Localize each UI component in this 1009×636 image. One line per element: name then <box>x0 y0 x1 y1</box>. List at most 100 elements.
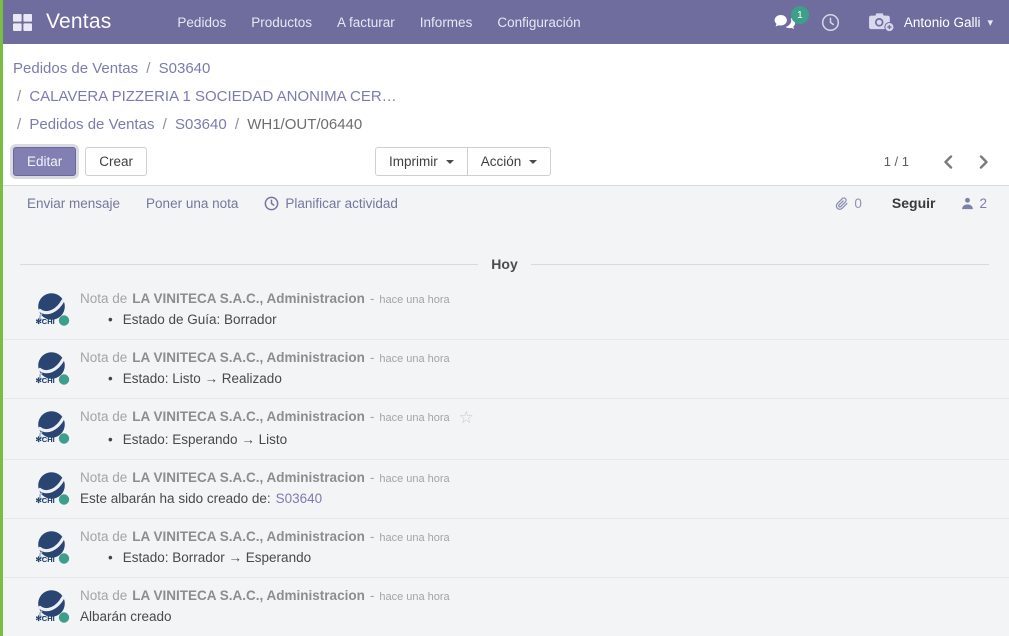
window-edge-highlight <box>0 0 3 636</box>
message-author[interactable]: LA VINITECA S.A.C., Administracion <box>132 529 365 544</box>
message-row: ✻CHI Nota de LA VINITECA S.A.C., Adminis… <box>0 398 1009 459</box>
message-content: • Estado: Listo → Realizado <box>80 371 989 386</box>
person-icon <box>961 197 974 210</box>
message-timestamp: hace una hora <box>379 412 449 424</box>
message-author[interactable]: LA VINITECA S.A.C., Administracion <box>132 291 365 306</box>
followers-count: 2 <box>979 196 987 211</box>
message-content: • Estado: Esperando → Listo <box>80 432 989 447</box>
message-prefix: Nota de <box>80 291 127 306</box>
message-timestamp: hace una hora <box>379 353 449 365</box>
author-avatar[interactable]: ✻CHI <box>34 529 70 565</box>
message-row: ✻CHI Nota de LA VINITECA S.A.C., Adminis… <box>0 339 1009 398</box>
author-avatar[interactable]: ✻CHI <box>34 470 70 506</box>
app-title[interactable]: Ventas <box>46 10 111 34</box>
attachments-button[interactable]: 0 <box>835 196 862 211</box>
message-row: ✻CHI Nota de LA VINITECA S.A.C., Adminis… <box>0 281 1009 339</box>
author-avatar[interactable]: ✻CHI <box>34 291 70 327</box>
menu-pedidos[interactable]: Pedidos <box>177 15 226 30</box>
message-content: Este albarán ha sido creado de: S03640 <box>80 491 989 506</box>
breadcrumb-separator: / <box>17 88 21 105</box>
navbar-right: 1 <box>773 11 993 33</box>
caret-down-icon <box>529 160 537 164</box>
follow-button[interactable]: Seguir <box>892 195 936 211</box>
print-dropdown-button[interactable]: Imprimir <box>375 147 468 176</box>
message-prefix: Nota de <box>80 529 127 544</box>
breadcrumb-customer[interactable]: CALAVERA PIZZERIA 1 SOCIEDAD ANONIMA CER… <box>29 88 396 105</box>
message-row: ✻CHI Nota de LA VINITECA S.A.C., Adminis… <box>0 518 1009 577</box>
message-prefix: Nota de <box>80 588 127 603</box>
message-author[interactable]: LA VINITECA S.A.C., Administracion <box>132 350 365 365</box>
menu-configuracion[interactable]: Configuración <box>497 15 580 30</box>
message-row: ✻CHI Nota de LA VINITECA S.A.C., Adminis… <box>0 459 1009 518</box>
breadcrumb: Pedidos de Ventas / S03640 / CALAVERA PI… <box>0 44 1009 141</box>
message-prefix: Nota de <box>80 470 127 485</box>
menu-informes[interactable]: Informes <box>420 15 473 30</box>
source-document-link[interactable]: S03640 <box>276 491 323 506</box>
author-avatar[interactable]: ✻CHI <box>34 588 70 624</box>
message-author[interactable]: LA VINITECA S.A.C., Administracion <box>132 470 365 485</box>
breadcrumb-separator: / <box>163 116 167 133</box>
action-dropdown-button[interactable]: Acción <box>467 147 552 176</box>
apps-menu-icon[interactable] <box>13 14 32 31</box>
followers-button[interactable]: 2 <box>961 196 987 211</box>
breadcrumb-separator: / <box>235 116 239 133</box>
message-prefix: Nota de <box>80 409 127 424</box>
breadcrumb-row-3: / Pedidos de Ventas / S03640 / WH1/OUT/0… <box>13 111 993 139</box>
breadcrumb-current-wh1-out: WH1/OUT/06440 <box>247 116 362 133</box>
breadcrumb-s03640[interactable]: S03640 <box>159 60 211 77</box>
user-menu[interactable]: Antonio Galli ▾ <box>868 11 993 33</box>
bullet-icon: • <box>108 432 113 447</box>
day-divider-label: Hoy <box>491 256 517 272</box>
pager-count: 1 / 1 <box>884 154 909 169</box>
message-content: • Estado de Guía: Borrador <box>80 312 989 327</box>
chatter-toolbar-right: 0 Seguir 2 <box>835 195 987 211</box>
breadcrumb-row-1: Pedidos de Ventas / S03640 <box>13 55 993 83</box>
svg-text:✻CHI: ✻CHI <box>36 317 55 326</box>
menu-a-facturar[interactable]: A facturar <box>337 15 395 30</box>
bullet-icon: • <box>108 371 113 386</box>
message-prefix: Nota de <box>80 350 127 365</box>
attachments-count: 0 <box>854 196 862 211</box>
menu-productos[interactable]: Productos <box>251 15 312 30</box>
control-panel: Editar Crear Imprimir Acción 1 / 1 <box>0 141 1009 186</box>
chatter: Enviar mensaje Poner una nota Planificar… <box>0 186 1009 636</box>
breadcrumb-pedidos-de-ventas-2[interactable]: Pedidos de Ventas <box>29 116 154 133</box>
schedule-activity-button[interactable]: Planificar actividad <box>264 196 398 211</box>
author-avatar[interactable]: ✻CHI <box>34 409 70 445</box>
pager-previous-icon[interactable] <box>943 155 953 169</box>
message-author[interactable]: LA VINITECA S.A.C., Administracion <box>132 588 365 603</box>
activities-icon[interactable] <box>821 13 840 32</box>
svg-text:✻CHI: ✻CHI <box>36 496 55 505</box>
breadcrumb-s03640-2[interactable]: S03640 <box>175 116 227 133</box>
svg-text:✻CHI: ✻CHI <box>36 435 55 444</box>
message-list: ✻CHI Nota de LA VINITECA S.A.C., Adminis… <box>0 281 1009 636</box>
breadcrumb-separator: / <box>17 116 21 133</box>
breadcrumb-separator: / <box>146 60 150 77</box>
log-note-button[interactable]: Poner una nota <box>146 196 238 211</box>
message-timestamp: hace una hora <box>379 591 449 603</box>
breadcrumb-pedidos-de-ventas[interactable]: Pedidos de Ventas <box>13 60 138 77</box>
message-content: • Estado: Borrador → Esperando <box>80 550 989 565</box>
user-avatar-placeholder-icon <box>868 11 895 33</box>
author-avatar[interactable]: ✻CHI <box>34 350 70 386</box>
pager-next-icon[interactable] <box>979 155 989 169</box>
bullet-icon: • <box>108 312 113 327</box>
message-author[interactable]: LA VINITECA S.A.C., Administracion <box>132 409 365 424</box>
messages-count-badge: 1 <box>791 6 809 24</box>
paperclip-icon <box>835 196 849 211</box>
send-message-button[interactable]: Enviar mensaje <box>27 196 120 211</box>
star-icon[interactable]: ☆ <box>459 409 474 426</box>
clock-icon <box>264 196 279 211</box>
breadcrumb-row-2: / CALAVERA PIZZERIA 1 SOCIEDAD ANONIMA C… <box>13 83 993 111</box>
messages-icon[interactable]: 1 <box>773 14 797 31</box>
day-divider: Hoy <box>20 256 989 272</box>
svg-text:✻CHI: ✻CHI <box>36 614 55 623</box>
edit-button[interactable]: Editar <box>13 147 76 176</box>
main-menu: Pedidos Productos A facturar Informes Co… <box>177 15 605 30</box>
action-dropdowns: Imprimir Acción <box>375 147 551 176</box>
message-timestamp: hace una hora <box>379 532 449 544</box>
svg-text:✻CHI: ✻CHI <box>36 555 55 564</box>
bullet-icon: • <box>108 550 113 565</box>
pager: 1 / 1 <box>884 154 989 169</box>
create-button[interactable]: Crear <box>85 147 147 176</box>
